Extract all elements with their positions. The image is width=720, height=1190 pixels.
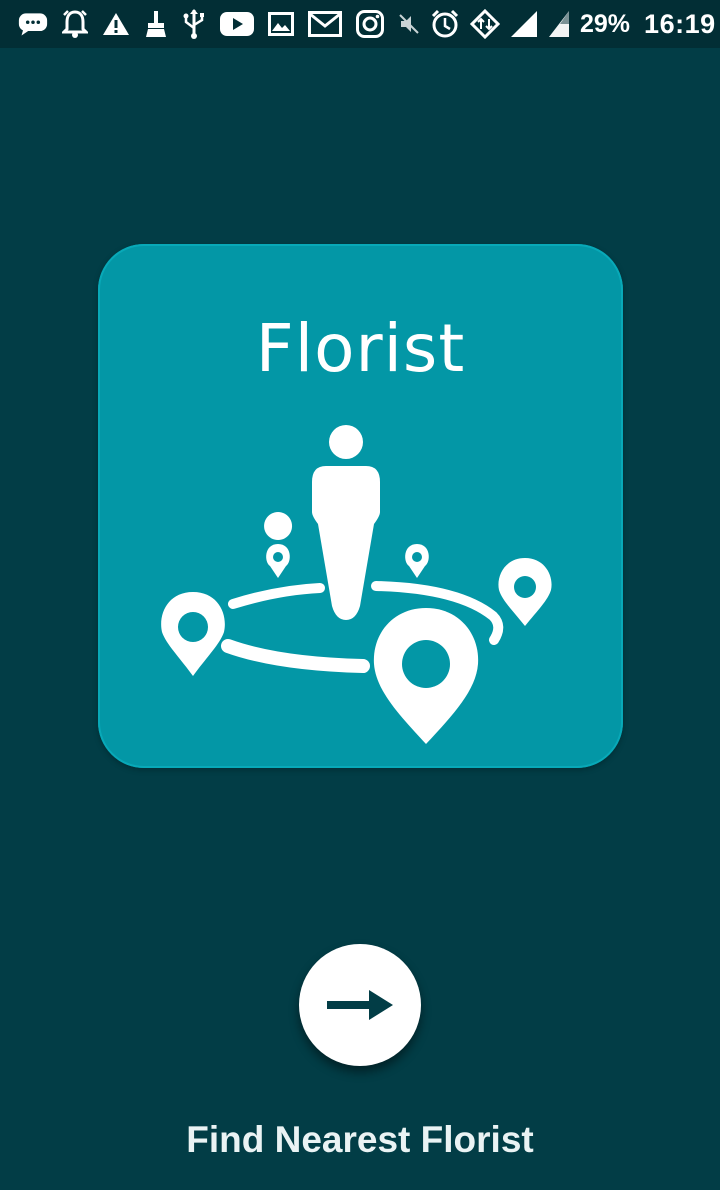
person-with-map-pins-icon	[161, 425, 552, 744]
next-button[interactable]	[299, 944, 421, 1066]
alarm-bell-icon	[62, 9, 88, 39]
warning-icon	[102, 9, 130, 39]
chat-bubble-icon	[18, 9, 48, 39]
email-icon	[308, 9, 342, 39]
status-bar: 29% 16:19	[0, 0, 720, 48]
gallery-icon	[268, 9, 294, 39]
cleaner-brush-icon	[144, 9, 168, 39]
signal-icon-2	[548, 9, 570, 39]
usb-icon	[182, 9, 206, 39]
arrow-right-icon	[327, 990, 393, 1020]
data-transfer-icon	[470, 9, 500, 39]
clock: 16:19	[644, 8, 716, 39]
battery-percent: 29%	[580, 9, 631, 38]
mute-icon	[398, 9, 420, 39]
find-nearest-florist-label: Find Nearest Florist	[186, 1119, 534, 1160]
signal-icon	[510, 9, 538, 39]
status-right-group: 29% 16:19	[398, 9, 716, 40]
instagram-icon	[356, 9, 384, 39]
battery-indicator: 29%	[580, 10, 636, 39]
youtube-icon	[220, 9, 254, 39]
alarm-clock-icon	[430, 9, 460, 39]
app-logo-card: Florist	[98, 244, 623, 768]
